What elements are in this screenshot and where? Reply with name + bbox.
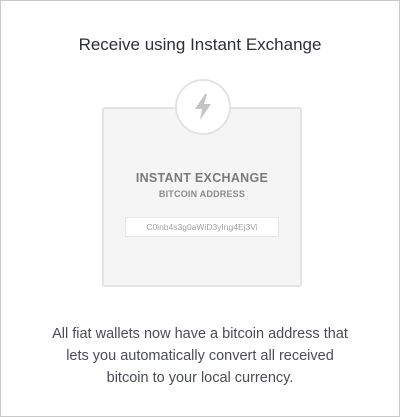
lightning-bolt-icon (195, 94, 211, 120)
description-line: bitcoin to your local currency. (106, 370, 294, 386)
description-text: All fiat wallets now have a bitcoin addr… (21, 323, 379, 389)
dialog-title: Receive using Instant Exchange (78, 35, 322, 54)
card-heading: INSTANT EXCHANGE (135, 171, 269, 185)
receive-dialog: Receive using Instant Exchange INSTANT E… (0, 0, 400, 417)
card-subheading: BITCOIN ADDRESS (158, 189, 246, 199)
description-line: All fiat wallets now have a bitcoin addr… (52, 326, 348, 342)
lightning-bolt-badge (175, 79, 231, 135)
bitcoin-address-field[interactable]: C0inb4s3g0aWiD3yIng4Ej3Vi (125, 217, 279, 237)
description-line: lets you automatically convert all recei… (66, 348, 334, 364)
